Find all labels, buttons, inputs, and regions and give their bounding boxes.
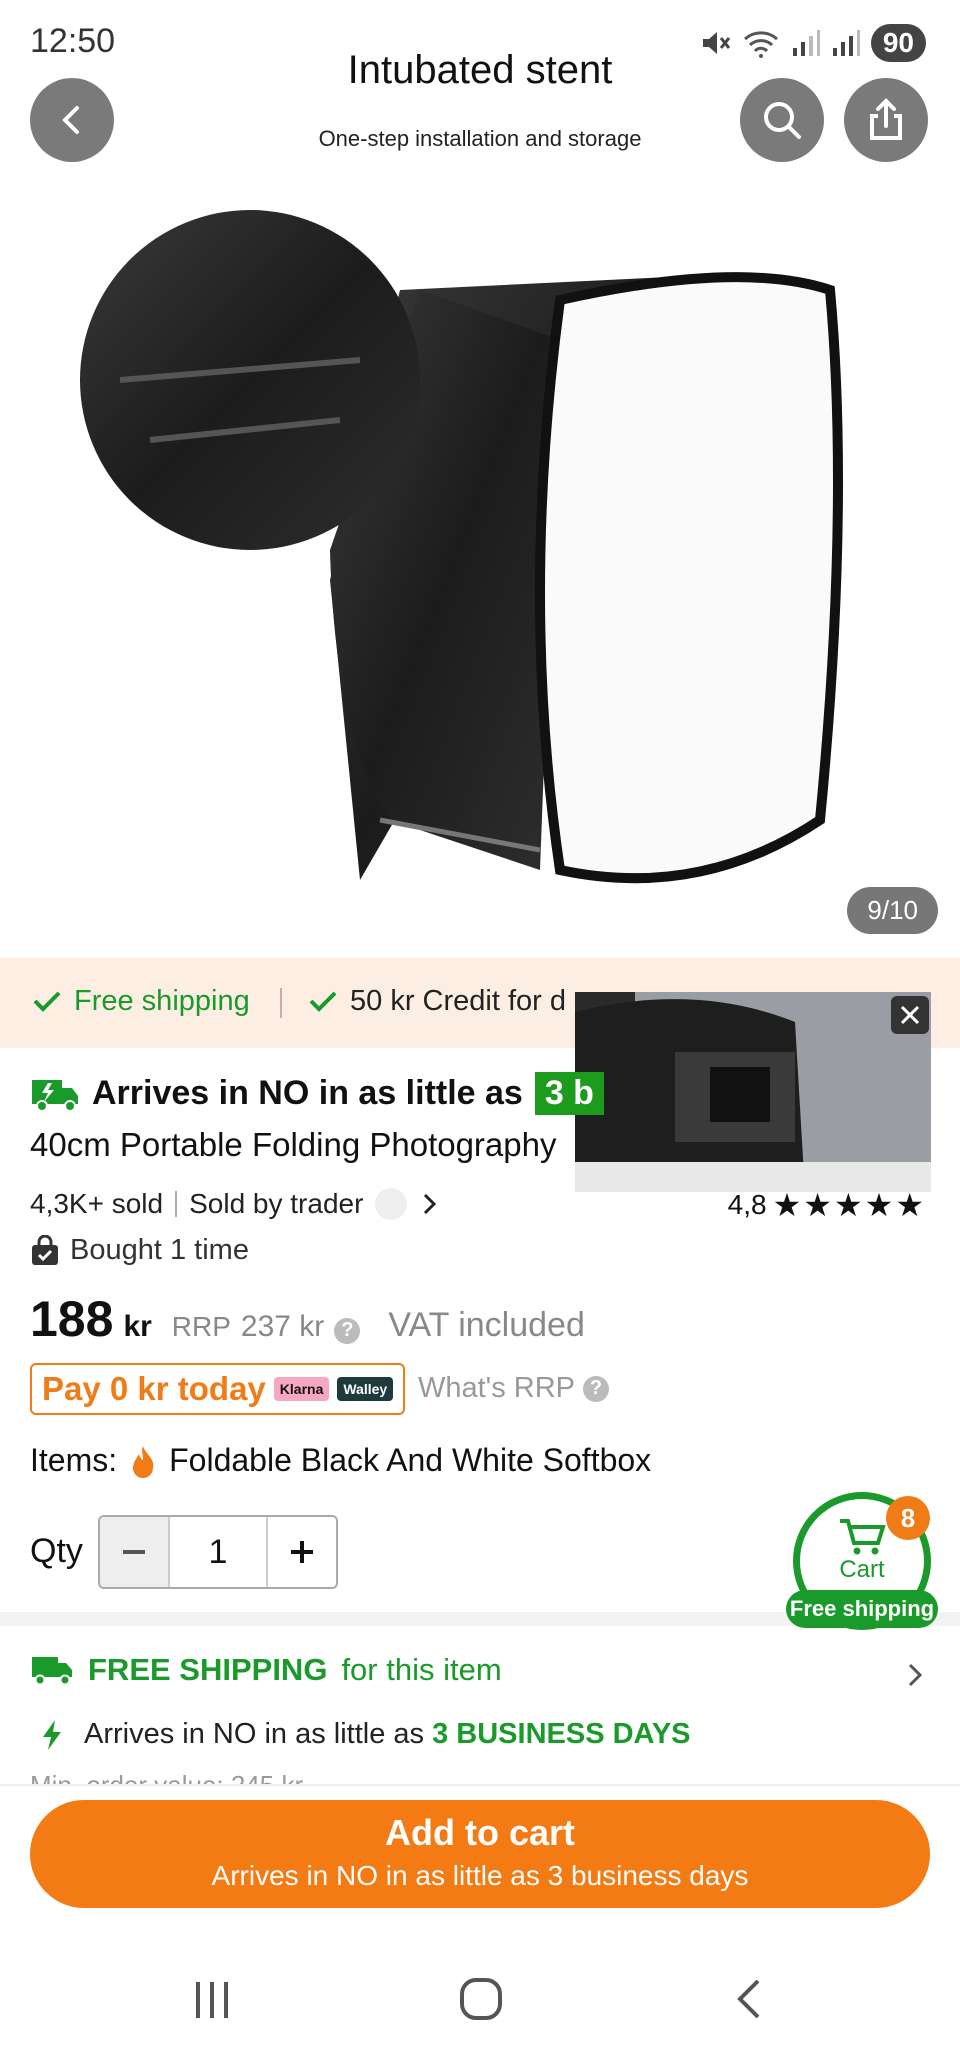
- rrp-value: 237 kr: [240, 1310, 325, 1343]
- add-to-cart-label: Add to cart: [384, 1812, 575, 1853]
- benefit-credit: 50 kr Credit for d: [306, 984, 566, 1018]
- min-order-note: Min. order value: 245 kr: [30, 1770, 303, 1784]
- decrease-button[interactable]: [100, 1517, 168, 1587]
- search-button[interactable]: [740, 78, 824, 162]
- page-title: Intubated stent: [347, 48, 613, 92]
- cart-label: Cart: [839, 1556, 885, 1583]
- image-counter: 9/10: [847, 887, 938, 934]
- flame-icon: [133, 1445, 154, 1478]
- whats-rrp-link[interactable]: What's RRP ?: [418, 1372, 610, 1405]
- share-button[interactable]: [844, 78, 928, 162]
- bottom-divider: [0, 1784, 960, 1786]
- vat-note: VAT included: [388, 1306, 585, 1344]
- system-nav-bar: [0, 1948, 960, 2059]
- items-selector[interactable]: Items: Foldable Black And White Softbox: [30, 1442, 651, 1479]
- share-icon: [870, 98, 902, 140]
- cart-free-shipping-tag: Free shipping: [786, 1590, 938, 1628]
- sold-divider: [175, 1191, 178, 1217]
- fast-truck-icon: [32, 1079, 78, 1112]
- rating-value: 4,8: [727, 1189, 767, 1220]
- star-icons: ★★★★★: [772, 1187, 926, 1223]
- plus-icon: [291, 1541, 313, 1563]
- recent-apps-icon[interactable]: [190, 1978, 234, 2022]
- chevron-right-icon[interactable]: [419, 1191, 439, 1217]
- pay-today-text: Pay 0 kr today: [42, 1370, 266, 1407]
- home-icon[interactable]: [458, 1976, 504, 2022]
- close-icon: [900, 1005, 920, 1025]
- arrival-text: Arrives in NO in as little as: [92, 1074, 523, 1112]
- product-title: 40cm Portable Folding Photography: [30, 1126, 557, 1163]
- search-icon: [764, 102, 801, 139]
- benefit-label: 50 kr Credit for d: [350, 984, 566, 1017]
- check-icon: [33, 991, 61, 1012]
- product-image[interactable]: [0, 180, 960, 940]
- sold-info: 4,3K+ sold Sold by trader: [30, 1188, 439, 1220]
- quantity-value[interactable]: 1: [168, 1517, 268, 1587]
- benefit-label: Free shipping: [74, 984, 250, 1017]
- minus-icon: [123, 1550, 145, 1554]
- klarna-logo: Klarna: [273, 1377, 330, 1401]
- whats-rrp-text: What's RRP: [418, 1372, 576, 1404]
- items-label: Items:: [30, 1442, 118, 1478]
- truck-icon: [32, 1657, 72, 1686]
- price-line: 188 kr RRP 237 kr ? VAT included: [30, 1290, 585, 1348]
- add-to-cart-sub: Arrives in NO in as little as 3 business…: [211, 1860, 749, 1891]
- item-value: Foldable Black And White Softbox: [169, 1442, 652, 1478]
- arrival-days: 3 BUSINESS DAYS: [432, 1718, 691, 1750]
- free-shipping-row[interactable]: FREE SHIPPING for this item: [30, 1652, 502, 1688]
- rrp-label: RRP: [171, 1311, 231, 1342]
- benefit-free-shipping: Free shipping: [30, 984, 250, 1018]
- add-to-cart-button[interactable]: Add to cart Arrives in NO in as little a…: [30, 1800, 930, 1908]
- cart-icon: [840, 1519, 886, 1555]
- bought-info: Bought 1 time: [30, 1234, 249, 1267]
- quantity-stepper: 1: [98, 1515, 338, 1589]
- arrival-headline: Arrives in NO in as little as 3 b: [30, 1072, 604, 1115]
- shopping-bag-icon: [32, 1234, 58, 1265]
- video-preview[interactable]: [575, 992, 931, 1192]
- walley-logo: Walley: [337, 1377, 394, 1401]
- trader-avatar[interactable]: [375, 1188, 408, 1220]
- free-shipping-title: FREE SHIPPING: [88, 1652, 328, 1687]
- help-icon: ?: [583, 1375, 610, 1402]
- increase-button[interactable]: [268, 1517, 336, 1587]
- price-unit: kr: [123, 1310, 152, 1343]
- bought-text: Bought 1 time: [70, 1234, 249, 1266]
- price-value: 188: [30, 1291, 114, 1347]
- help-icon[interactable]: ?: [334, 1317, 361, 1344]
- arrival-row: Arrives in NO in as little as 3 BUSINESS…: [40, 1718, 691, 1751]
- video-close-button[interactable]: [891, 996, 929, 1034]
- sold-count: 4,3K+ sold: [30, 1188, 164, 1219]
- free-shipping-suffix: for this item: [341, 1652, 502, 1687]
- pay-later-box[interactable]: Pay 0 kr today Klarna Walley: [30, 1363, 406, 1415]
- sold-by[interactable]: Sold by trader: [189, 1188, 363, 1220]
- qty-label: Qty: [30, 1532, 83, 1570]
- back-nav-icon[interactable]: [730, 1976, 770, 2022]
- arrival-prefix: Arrives in NO in as little as: [84, 1718, 425, 1750]
- lightning-icon: [43, 1719, 61, 1750]
- rating[interactable]: 4,8 ★★★★★: [728, 1186, 926, 1224]
- chevron-right-icon[interactable]: [904, 1660, 926, 1690]
- cart-count-badge: 8: [886, 1496, 930, 1540]
- video-frame: [575, 992, 931, 1192]
- benefit-divider: [280, 988, 282, 1018]
- check-icon: [309, 991, 337, 1012]
- arrival-badge: 3 b: [534, 1072, 604, 1115]
